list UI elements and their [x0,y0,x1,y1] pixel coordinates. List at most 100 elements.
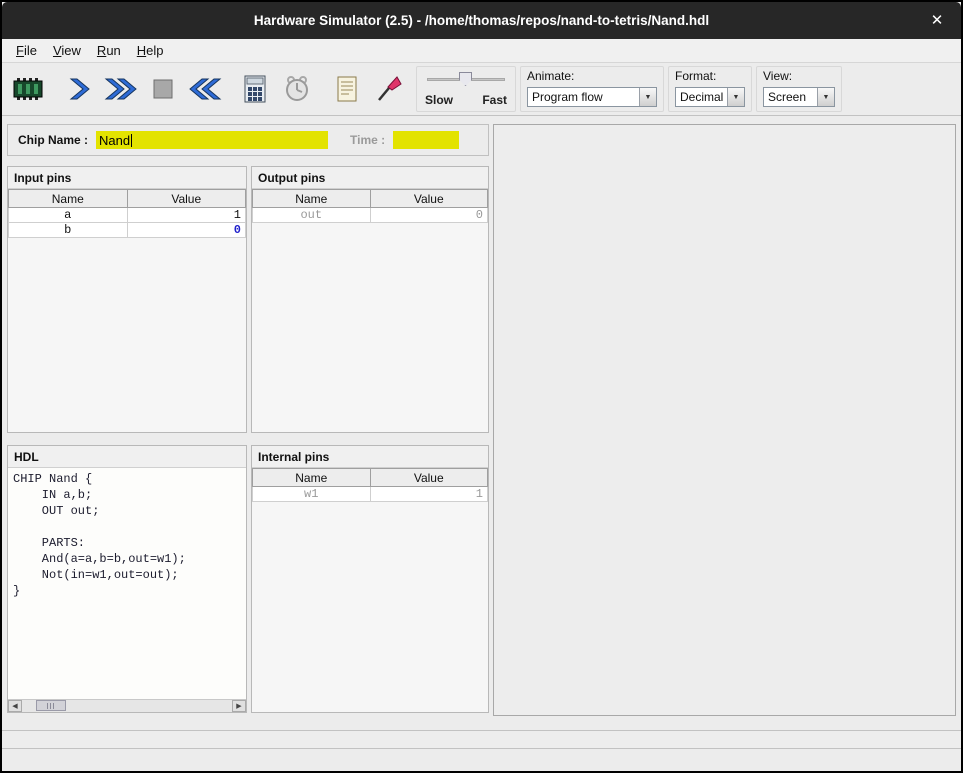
hardware-simulator-window: Hardware Simulator (2.5) - /home/thomas/… [0,0,963,773]
clock-icon [283,75,311,103]
text-caret [131,134,132,147]
window-title: Hardware Simulator (2.5) - /home/thomas/… [254,13,709,28]
chevron-down-icon[interactable]: ▼ [639,88,656,106]
scrollbar-thumb[interactable] [36,700,66,711]
menu-file[interactable]: File [8,40,45,61]
chevron-down-icon[interactable]: ▼ [817,88,834,106]
hdl-panel: HDL CHIP Nand { IN a,b; OUT out; PARTS: … [7,445,247,713]
menu-view[interactable]: View [45,40,89,61]
format-select[interactable]: Decimal ▼ [675,87,745,107]
title-bar[interactable]: Hardware Simulator (2.5) - /home/thomas/… [2,2,961,39]
chip-name-label: Chip Name : [18,133,88,147]
view-select[interactable]: Screen ▼ [763,87,835,107]
stop-button[interactable] [143,67,183,111]
table-row: b 0 [9,223,246,238]
calculator-button[interactable] [235,67,275,111]
script-icon [336,75,358,103]
single-step-button[interactable] [59,67,99,111]
speed-slider-group: Slow Fast [416,66,516,112]
column-header-value: Value [370,469,488,487]
script-button[interactable] [327,67,367,111]
column-header-name: Name [253,469,371,487]
format-value: Decimal [676,88,727,106]
view-label: View: [763,69,835,83]
chip-name-bar: Chip Name : Nand Time : [7,124,489,156]
pin-value-cell-selected[interactable]: 0 [127,223,246,238]
chip-name-text: Nand [99,133,130,148]
screen-view-panel [493,124,956,716]
slider-handle[interactable] [459,72,472,86]
input-pins-title: Input pins [8,167,246,189]
speed-slider[interactable] [425,70,507,88]
hdl-view: CHIP Nand { IN a,b; OUT out; PARTS: And(… [8,468,246,699]
hdl-horizontal-scrollbar[interactable]: ◀ ▶ [8,699,246,712]
scrollbar-track[interactable] [22,700,232,712]
status-area [2,716,961,771]
chip-icon [13,78,45,100]
internal-pins-body: Name Value w1 1 [252,468,488,712]
input-pins-table: Name Value a 1 b 0 [8,189,246,238]
pin-value-cell[interactable]: 1 [127,208,246,223]
time-field [393,131,459,149]
pin-name-cell: a [9,208,128,223]
pin-name-cell: b [9,223,128,238]
pin-name-cell: out [253,208,371,223]
output-pins-title: Output pins [252,167,488,189]
column-header-name: Name [253,190,371,208]
internal-pins-panel: Internal pins Name Value w1 1 [251,445,489,713]
menu-help[interactable]: Help [129,40,172,61]
column-header-value: Value [127,190,246,208]
calculator-icon [243,75,267,103]
single-step-icon [67,77,91,101]
table-row: out 0 [253,208,488,223]
load-chip-button[interactable] [9,67,49,111]
output-pins-panel: Output pins Name Value out 0 [251,166,489,433]
reset-button[interactable] [185,67,225,111]
view-value: Screen [764,88,817,106]
input-pins-panel: Input pins Name Value a 1 [7,166,247,433]
pin-value-cell: 1 [370,487,488,502]
rewind-icon [188,77,222,101]
menu-bar: File View Run Help [2,39,961,63]
pin-value-cell: 0 [370,208,488,223]
output-pins-body: Name Value out 0 [252,189,488,432]
time-label: Time : [350,133,385,147]
animate-label: Animate: [527,69,657,83]
main-area: Chip Name : Nand Time : Input pins [2,116,961,716]
clock-button[interactable] [277,67,317,111]
column-header-value: Value [370,190,488,208]
eval-brush-icon [375,75,403,103]
chevron-down-icon[interactable]: ▼ [727,88,744,106]
internal-pins-table: Name Value w1 1 [252,468,488,502]
run-button[interactable] [101,67,141,111]
slider-slow-label: Slow [425,93,453,107]
output-pins-table: Name Value out 0 [252,189,488,223]
table-row: w1 1 [253,487,488,502]
animate-select[interactable]: Program flow ▼ [527,87,657,107]
table-row: a 1 [9,208,246,223]
scroll-left-icon[interactable]: ◀ [8,700,22,712]
run-icon [104,77,138,101]
toolbar: Slow Fast Animate: Program flow ▼ Format… [2,63,961,116]
hdl-code: CHIP Nand { IN a,b; OUT out; PARTS: And(… [13,471,241,599]
status-bar [2,730,961,748]
view-group: View: Screen ▼ [756,66,842,112]
pin-name-cell: w1 [253,487,371,502]
menu-run[interactable]: Run [89,40,129,61]
internal-pins-title: Internal pins [252,446,488,468]
animate-value: Program flow [528,88,639,106]
eval-button[interactable] [369,67,409,111]
panel-grid: Input pins Name Value a 1 [7,166,489,713]
close-icon[interactable]: ✕ [927,11,947,31]
format-label: Format: [675,69,745,83]
column-header-name: Name [9,190,128,208]
stop-icon [153,79,173,99]
slider-fast-label: Fast [482,93,507,107]
format-group: Format: Decimal ▼ [668,66,752,112]
left-column: Chip Name : Nand Time : Input pins [7,124,489,716]
animate-group: Animate: Program flow ▼ [520,66,664,112]
input-pins-body: Name Value a 1 b 0 [8,189,246,432]
hdl-title: HDL [8,446,246,468]
chip-name-input[interactable]: Nand [96,131,328,149]
scroll-right-icon[interactable]: ▶ [232,700,246,712]
